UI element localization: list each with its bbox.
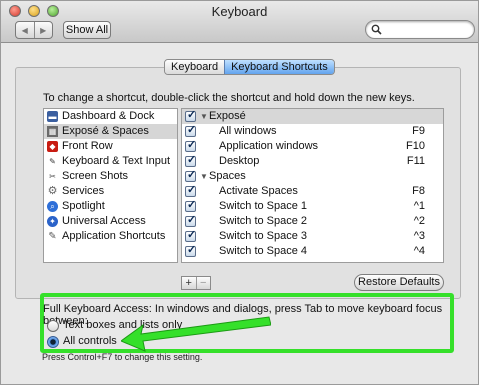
spotlight-icon: ⌕ (47, 201, 58, 212)
shortcut-checkbox[interactable] (185, 123, 196, 138)
back-icon[interactable]: ◀ (16, 22, 34, 38)
shortcut-checkbox[interactable] (185, 138, 196, 153)
shortcut-checkbox[interactable] (185, 183, 196, 198)
category-item-screen-shots[interactable]: ✂ Screen Shots (44, 169, 177, 184)
category-item-front-row[interactable]: ◆ Front Row (44, 139, 177, 154)
category-label: Universal Access (62, 215, 146, 227)
category-label: Keyboard & Text Input (62, 155, 171, 167)
category-label: Front Row (62, 140, 113, 152)
category-label: Screen Shots (62, 170, 129, 182)
keyboard-preferences-window: Keyboard ◀ ▶ Show All Keyboard Keyboard … (0, 0, 479, 385)
screen-shots-icon: ✂ (49, 172, 56, 181)
shortcut-row[interactable]: All windows F9 (182, 123, 443, 139)
shortcut-row[interactable]: Activate Spaces F8 (182, 183, 443, 199)
shortcut-label: Application windows (219, 140, 319, 152)
category-label: Spotlight (62, 200, 105, 212)
shortcut-checkbox[interactable] (185, 228, 196, 243)
category-item-spotlight[interactable]: ⌕ Spotlight (44, 199, 177, 214)
title-bar: Keyboard ◀ ▶ Show All (1, 1, 478, 43)
shortcut-key[interactable]: ^2 (414, 214, 425, 229)
disclosure-triangle-icon[interactable]: ▼ (200, 169, 208, 184)
shortcut-checkbox[interactable] (185, 243, 196, 258)
radio-all-controls[interactable] (47, 336, 59, 348)
dashboard-dock-icon: ▬ (47, 111, 58, 122)
expose-spaces-icon: ▦ (47, 126, 58, 137)
category-item-services[interactable]: ⚙ Services (44, 184, 177, 199)
show-all-button[interactable]: Show All (63, 21, 111, 39)
shortcut-label: Desktop (219, 155, 260, 167)
search-field[interactable] (365, 20, 475, 39)
disclosure-triangle-icon[interactable]: ▼ (200, 109, 208, 124)
shortcut-key[interactable]: ^4 (414, 244, 425, 259)
category-item-application-shortcuts[interactable]: ✎ Application Shortcuts (44, 229, 177, 244)
keyboard-shortcut-footnote: Press Control+F7 to change this setting. (42, 352, 203, 362)
restore-defaults-button[interactable]: Restore Defaults (354, 274, 444, 291)
shortcut-key[interactable]: ^1 (414, 199, 425, 214)
shortcut-row[interactable]: Switch to Space 4 ^4 (182, 243, 443, 259)
shortcut-row[interactable]: Switch to Space 3 ^3 (182, 228, 443, 244)
search-input[interactable] (384, 23, 470, 36)
category-label: Services (62, 185, 105, 197)
shortcut-row[interactable]: Desktop F11 (182, 153, 443, 169)
shortcut-label: Activate Spaces (219, 185, 298, 197)
shortcut-checkbox[interactable] (185, 198, 196, 213)
category-item-dashboard-dock[interactable]: ▬ Dashboard & Dock (44, 109, 177, 124)
tab-keyboard[interactable]: Keyboard (165, 60, 225, 74)
forward-icon[interactable]: ▶ (33, 22, 53, 38)
category-item-keyboard-text-input[interactable]: ✎ Keyboard & Text Input (44, 154, 177, 169)
category-label: Dashboard & Dock (62, 110, 155, 122)
shortcut-row[interactable]: Switch to Space 1 ^1 (182, 198, 443, 214)
tab-keyboard-shortcuts[interactable]: Keyboard Shortcuts (224, 60, 334, 74)
shortcut-group-spaces[interactable]: ▼ Spaces (182, 168, 443, 184)
search-icon (371, 24, 382, 35)
shortcut-checkbox[interactable] (185, 108, 196, 123)
instruction-text: To change a shortcut, double-click the s… (43, 92, 415, 104)
shortcut-label: Switch to Space 2 (219, 215, 308, 227)
shortcut-row[interactable]: Application windows F10 (182, 138, 443, 154)
shortcut-checkbox[interactable] (185, 153, 196, 168)
shortcut-key[interactable]: F9 (412, 124, 425, 139)
universal-access-icon: ✦ (47, 216, 58, 227)
category-item-universal-access[interactable]: ✦ Universal Access (44, 214, 177, 229)
shortcut-key[interactable]: ^3 (414, 229, 425, 244)
radio-text-boxes-lists-only[interactable] (47, 320, 59, 332)
category-label: Exposé & Spaces (62, 125, 149, 137)
group-label: Exposé (209, 110, 246, 122)
shortcut-label: Switch to Space 3 (219, 230, 308, 242)
radio-label-all-controls[interactable]: All controls (63, 335, 117, 347)
shortcut-key[interactable]: F8 (412, 184, 425, 199)
window-title: Keyboard (211, 4, 268, 19)
tab-bar: Keyboard Keyboard Shortcuts (164, 59, 335, 75)
add-remove-control: + − (181, 276, 211, 290)
shortcut-label: All windows (219, 125, 277, 137)
shortcut-key[interactable]: F11 (407, 154, 425, 169)
back-forward-control: ◀ ▶ (15, 21, 53, 39)
shortcut-label: Switch to Space 4 (219, 245, 308, 257)
shortcut-row[interactable]: Switch to Space 2 ^2 (182, 213, 443, 229)
shortcut-label: Switch to Space 1 (219, 200, 308, 212)
shortcut-checkbox[interactable] (185, 168, 196, 183)
category-item-expose-spaces[interactable]: ▦ Exposé & Spaces (44, 124, 177, 139)
keyboard-text-input-icon: ✎ (49, 157, 56, 166)
shortcut-key[interactable]: F10 (406, 139, 425, 154)
shortcut-list[interactable]: ▼ Exposé All windows F9 Application wind… (181, 108, 444, 263)
remove-shortcut-button[interactable]: − (195, 277, 211, 289)
category-list[interactable]: ▬ Dashboard & Dock ▦ Exposé & Spaces ◆ F… (43, 108, 178, 263)
green-arrow-annotation (121, 316, 271, 352)
add-shortcut-button[interactable]: + (182, 277, 196, 289)
group-label: Spaces (209, 170, 246, 182)
front-row-icon: ◆ (47, 141, 58, 152)
application-shortcuts-icon: ✎ (48, 231, 57, 242)
shortcut-checkbox[interactable] (185, 213, 196, 228)
services-icon: ⚙ (47, 185, 58, 197)
category-label: Application Shortcuts (62, 230, 166, 242)
shortcut-group-expose[interactable]: ▼ Exposé (182, 108, 443, 124)
